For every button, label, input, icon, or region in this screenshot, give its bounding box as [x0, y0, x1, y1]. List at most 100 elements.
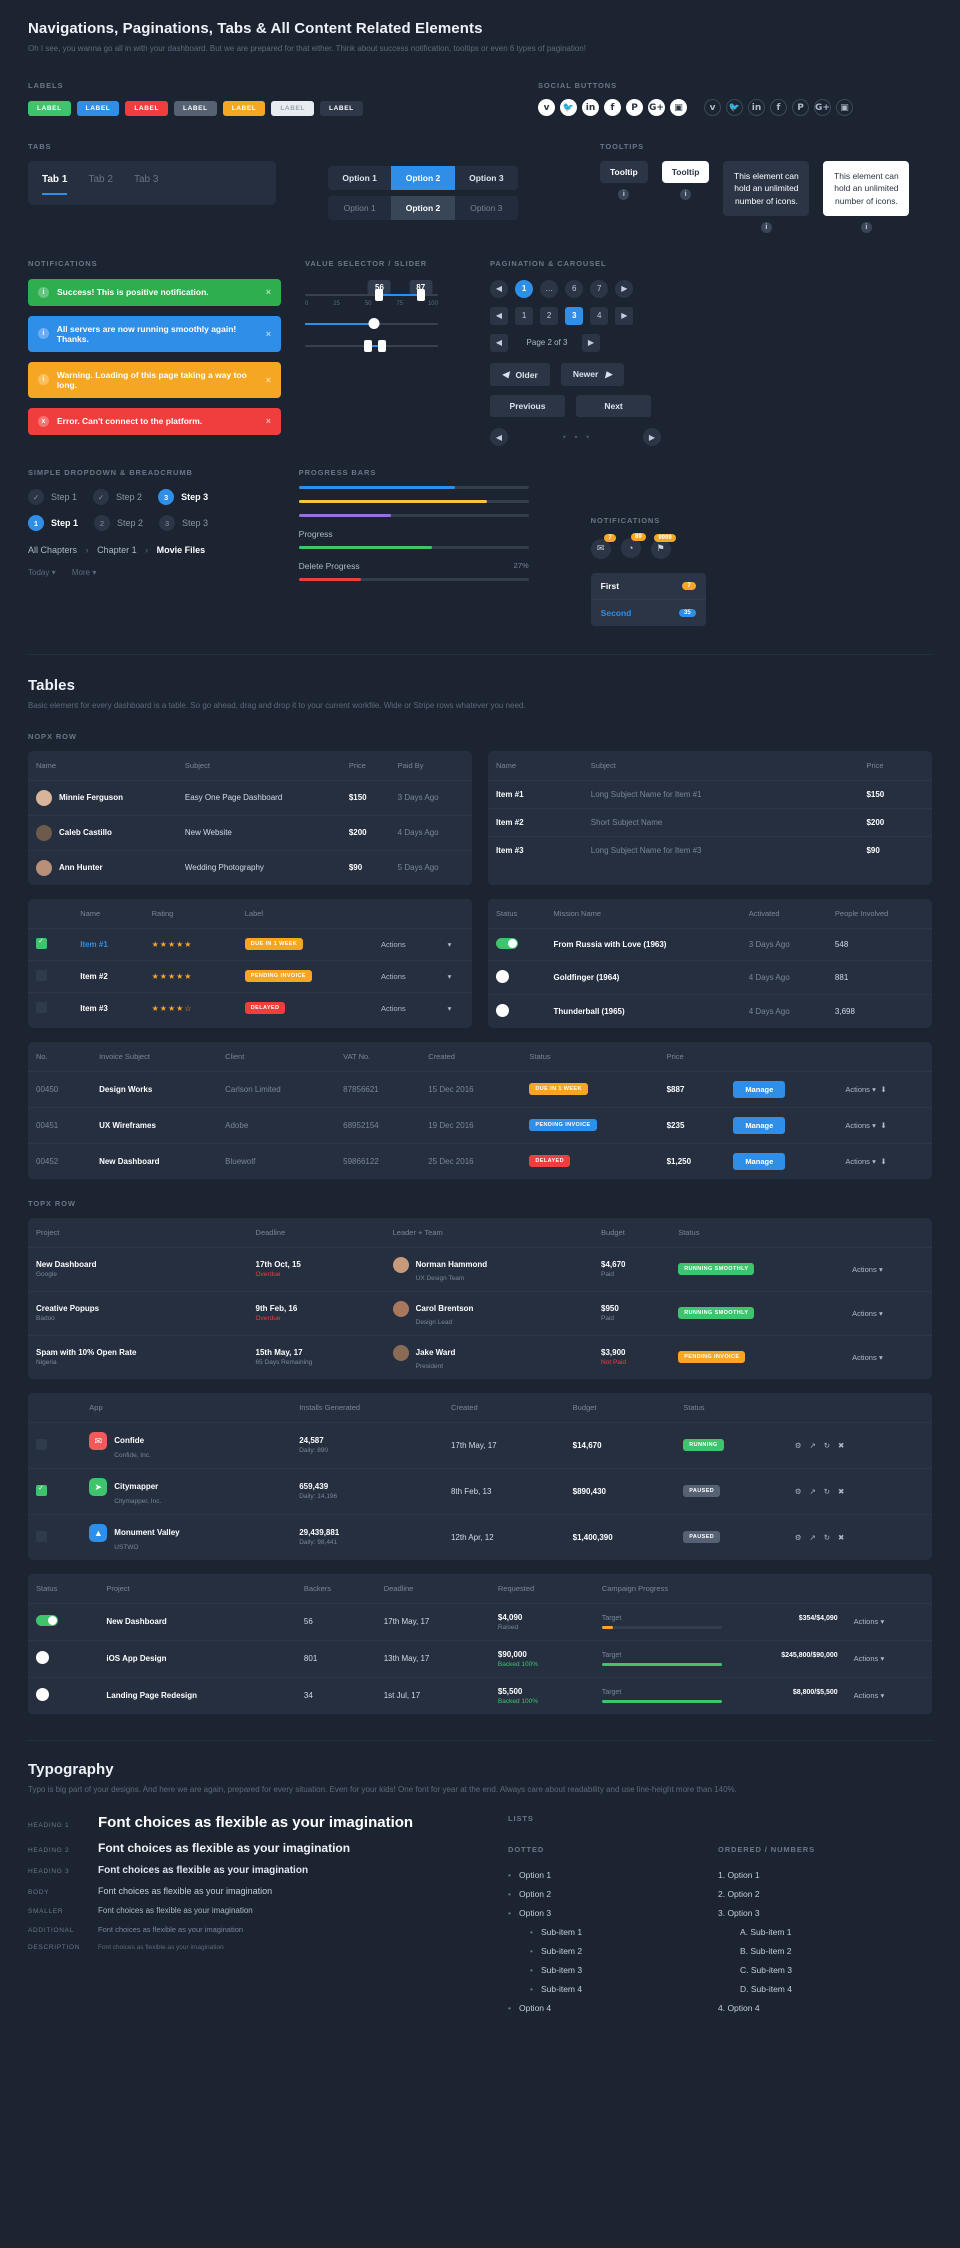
slider-knob-low[interactable] [363, 339, 372, 352]
slider-knob-low[interactable] [375, 288, 384, 301]
step2-indicator-3[interactable]: 3 [159, 515, 176, 532]
row-action-icons[interactable]: ⚙↗↻✖ [795, 1533, 853, 1542]
social-icon-4[interactable]: P [792, 99, 809, 116]
pagination2-next-icon[interactable]: ▶ [615, 306, 634, 325]
notification-dropdown[interactable]: First 7 Second 35 [590, 572, 706, 626]
cell-manage[interactable]: Manage [725, 1070, 838, 1108]
carousel-next-icon[interactable]: ▶ [643, 428, 661, 447]
cell-manage[interactable]: Manage [725, 1106, 838, 1144]
step-label-3[interactable]: Step 3 [181, 492, 208, 502]
status-toggle[interactable] [496, 937, 518, 949]
segment2-option-3[interactable]: Option 3 [455, 196, 518, 220]
cell-check[interactable] [28, 927, 73, 961]
label-badge-3[interactable]: LABEL [174, 101, 217, 116]
segment2-option-2[interactable]: Option 2 [391, 196, 455, 220]
cell-status[interactable] [488, 927, 546, 961]
step-indicator-2[interactable]: ✓ [93, 489, 110, 506]
info-icon[interactable]: i [860, 221, 872, 233]
label-badge-5[interactable]: LABEL [271, 101, 315, 116]
row-checkbox[interactable] [36, 1001, 47, 1013]
pager-prev-icon[interactable]: ◀ [490, 333, 508, 352]
notification-badge-0[interactable]: ✉ 7 [590, 533, 616, 559]
close-icon[interactable]: × [266, 287, 271, 297]
tab-group[interactable]: Tab 1 Tab 2 Tab 3 [28, 161, 276, 205]
range-slider-pair[interactable] [305, 339, 438, 352]
info-icon[interactable]: i [680, 189, 692, 200]
step-label-1[interactable]: Step 1 [51, 492, 77, 502]
notification-item-0[interactable]: First 7 [591, 573, 706, 599]
cell-actions[interactable]: Actions ▾ [845, 1639, 932, 1678]
cell-status[interactable] [28, 1676, 99, 1714]
close-icon[interactable]: × [266, 329, 271, 339]
label-badge-6[interactable]: LABEL [320, 101, 363, 116]
row-checkbox[interactable] [36, 937, 47, 949]
social-icon-0[interactable]: v [538, 99, 555, 116]
cell-actions[interactable]: Actions [373, 991, 440, 1024]
cell-actions[interactable]: Actions ▾ ⬇ [837, 1106, 932, 1144]
dropdown-more[interactable]: More ▾ [72, 568, 96, 577]
chevron-down-icon[interactable]: ▾ [872, 1121, 876, 1130]
cell-status[interactable] [28, 1602, 99, 1641]
notification-item-1[interactable]: Second 35 [590, 598, 706, 626]
social-icon-3[interactable]: f [604, 99, 621, 116]
breadcrumb-item-2[interactable]: Movie Files [157, 545, 206, 555]
carousel-dots[interactable]: • • • [512, 432, 643, 442]
chevron-down-icon[interactable]: ▾ [879, 1353, 883, 1362]
social-icon-5[interactable]: G+ [814, 99, 831, 116]
cell-actions[interactable]: Actions ▾ [844, 1246, 932, 1292]
step-indicator-1[interactable]: ✓ [28, 489, 44, 506]
range-slider-dual[interactable]: 56 87 0 25 50 75 100 [305, 279, 438, 307]
status-toggle[interactable] [36, 1615, 58, 1627]
notification-badge-1[interactable]: ◔ 89 [620, 533, 646, 559]
pagination2-page-1[interactable]: 1 [515, 306, 534, 325]
social-icon-1[interactable]: 🐦 [726, 99, 743, 116]
segmented-control-primary[interactable]: Option 1 Option 2 Option 3 [328, 166, 518, 190]
pagination2-page-3[interactable]: 3 [565, 306, 584, 325]
tab-tab-2[interactable]: Tab 2 [88, 174, 112, 193]
tab-tab-3[interactable]: Tab 3 [134, 174, 158, 193]
row-action-icons[interactable]: ⚙↗↻✖ [795, 1441, 853, 1450]
cell-actions[interactable]: Actions [373, 927, 440, 961]
status-radio[interactable] [496, 1003, 509, 1017]
step-label-2[interactable]: Step 2 [116, 492, 142, 502]
row-checkbox[interactable] [36, 1438, 47, 1450]
cell-check[interactable] [28, 1421, 82, 1469]
manage-button[interactable]: Manage [733, 1116, 786, 1134]
segment-option-1[interactable]: Option 1 [328, 166, 391, 190]
chevron-down-icon[interactable]: ▾ [881, 1691, 885, 1700]
pagination-prev-icon[interactable]: ◀ [490, 279, 508, 298]
chevron-down-icon[interactable]: ▾ [872, 1157, 876, 1166]
chevron-down-icon[interactable]: ▾ [448, 1004, 452, 1013]
label-badge-4[interactable]: LABEL [222, 101, 266, 116]
slider-knob[interactable] [368, 317, 380, 329]
cell-actions[interactable]: Actions ▾ [844, 1334, 932, 1379]
cell-actions[interactable]: Actions ▾ [845, 1602, 932, 1641]
segmented-control-secondary[interactable]: Option 1 Option 2 Option 3 [328, 196, 518, 220]
cell-check[interactable] [28, 1513, 82, 1560]
cell-actions[interactable]: Actions ▾ [844, 1290, 932, 1336]
chevron-down-icon[interactable]: ▾ [881, 1617, 885, 1626]
segment-option-2[interactable]: Option 2 [391, 166, 455, 190]
cell-icons[interactable]: ⚙↗↻✖ [786, 1513, 932, 1560]
pagination-page-6[interactable]: 6 [565, 279, 584, 298]
cell-status[interactable] [28, 1639, 99, 1678]
cell-chevron[interactable]: ▾ [439, 959, 472, 993]
cell-manage[interactable]: Manage [725, 1142, 838, 1179]
pagination-page-7[interactable]: 7 [590, 279, 609, 298]
social-icon-6[interactable]: ▣ [670, 99, 687, 116]
download-icon[interactable]: ⬇ [880, 1121, 886, 1130]
cell-chevron[interactable]: ▾ [439, 991, 472, 1024]
stepper-checked[interactable]: ✓ Step 1 ✓ Step 2 3 Step 3 [28, 489, 281, 506]
step2-indicator-2[interactable]: 2 [94, 515, 111, 532]
status-radio[interactable] [36, 1651, 49, 1665]
segment2-option-1[interactable]: Option 1 [328, 196, 391, 220]
breadcrumb-item-0[interactable]: All Chapters [28, 545, 77, 555]
step2-label-2[interactable]: Step 2 [117, 518, 143, 528]
social-icon-4[interactable]: P [626, 99, 643, 116]
cell-actions[interactable]: Actions ▾ ⬇ [837, 1070, 932, 1108]
pagination-next-icon[interactable]: ▶ [615, 279, 634, 298]
social-icon-1[interactable]: 🐦 [560, 99, 577, 116]
row-checkbox[interactable] [36, 1484, 47, 1496]
pagination-page-1[interactable]: 1 [515, 279, 534, 298]
pagination2-page-2[interactable]: 2 [540, 306, 559, 325]
